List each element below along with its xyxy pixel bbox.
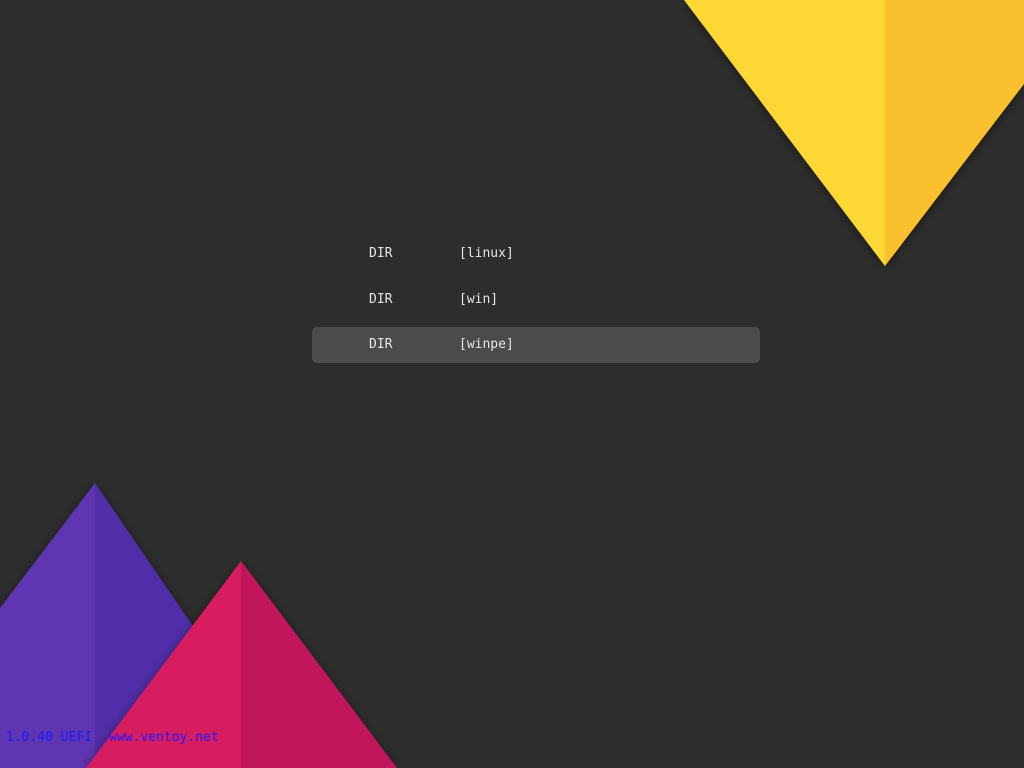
version-label: 1.0.40 UEFI [6, 730, 93, 745]
menu-item-name: [win] [459, 292, 499, 307]
yellow-triangle-decoration [684, 0, 1024, 266]
menu-item-winpe[interactable]: DIR [winpe] [312, 327, 760, 363]
menu-item-linux[interactable]: DIR [linux] [312, 236, 760, 272]
website-label: www.ventoy.net [109, 730, 219, 745]
menu-item-type: DIR [369, 337, 393, 352]
menu-item-type: DIR [369, 246, 393, 261]
footer-info: 1.0.40 UEFI www.ventoy.net [6, 729, 219, 747]
menu-item-win[interactable]: DIR [win] [312, 282, 760, 318]
menu-item-name: [linux] [459, 246, 514, 261]
boot-menu-screen: DIR [linux] DIR [win] DIR [winpe] 1.0.40… [0, 0, 1024, 768]
background-decoration [0, 0, 1024, 768]
menu-item-name: [winpe] [459, 337, 514, 352]
menu-item-type: DIR [369, 292, 393, 307]
